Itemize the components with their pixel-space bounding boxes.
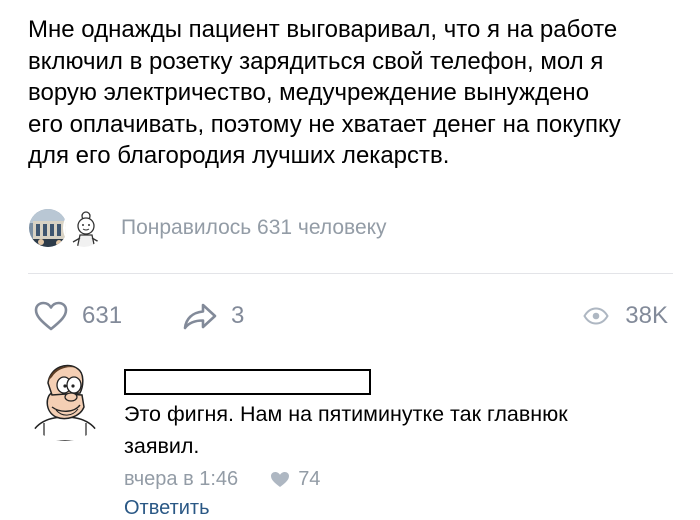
share-count: 3 [231,302,245,329]
like-button[interactable]: 631 [34,296,122,336]
comment-time[interactable]: вчера в 1:46 [124,468,238,491]
post-text-line: включил в розетку зарядиться свой телефо… [28,47,604,75]
share-arrow-icon [183,303,217,330]
views-counter: 38K [583,296,668,336]
comment-author-avatar[interactable] [22,355,108,441]
comment-author-name-redacted[interactable] [124,369,371,395]
comment-like-count: 74 [298,467,321,490]
post-text-line: для его благородия лучших лекарств. [28,142,450,169]
post-text: Мне однажды пациент выговаривал, что я н… [28,14,678,172]
likers-row[interactable]: Понравилось 631 человеку [27,206,387,250]
heart-filled-icon [271,471,290,487]
comment-text-line: заявил. [124,434,200,458]
post-text-line: ворую электричество, медучреждение вынуж… [28,79,590,106]
likers-count-text[interactable]: Понравилось 631 человеку [121,216,387,240]
heart-outline-icon [34,301,68,331]
post-text-line: Мне однажды пациент выговаривал, что я н… [28,16,618,43]
share-button[interactable]: 3 [183,296,244,336]
comment-meta: вчера в 1:46 74 [124,465,320,493]
post-text-line: его оплачивать, поэтому не хватает денег… [28,110,621,138]
like-count: 631 [82,302,123,329]
comment-text: Это фигня. Нам на пятиминутке так главню… [124,398,644,462]
eye-icon [583,307,609,325]
divider [28,273,673,274]
reply-link[interactable]: Ответить [124,497,210,520]
views-count: 38K [625,302,668,329]
liker-avatar-drawing[interactable] [63,207,105,249]
comment-text-line: Это фигня. Нам на пятиминутке так главню… [124,402,568,426]
comment-like-button[interactable]: 74 [270,468,320,491]
